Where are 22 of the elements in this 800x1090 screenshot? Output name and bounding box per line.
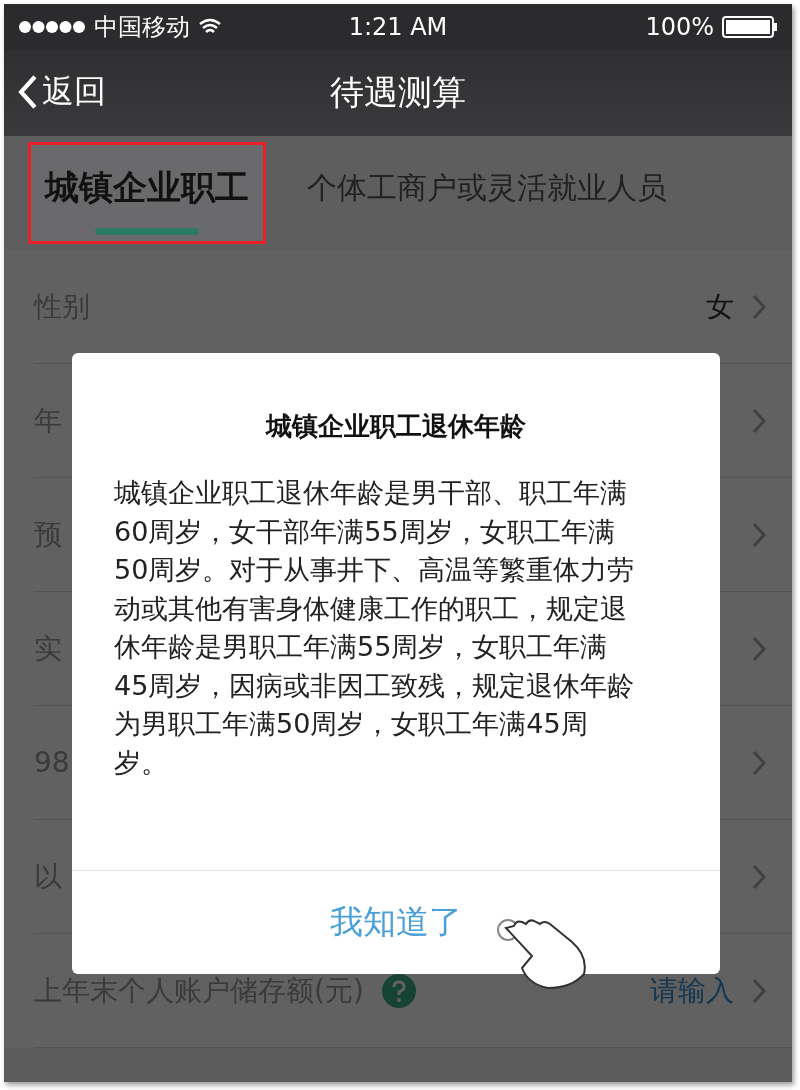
help-icon[interactable]	[381, 973, 416, 1008]
carrier-name: 中国移动	[94, 12, 190, 43]
status-time: 1:21 AM	[348, 13, 448, 41]
battery-icon	[722, 16, 778, 38]
battery-percent: 100%	[645, 13, 714, 41]
chevron-right-icon	[752, 293, 766, 320]
tab[interactable]: 个体工商户或灵活就业人员	[290, 144, 684, 242]
tab[interactable]: 城镇企业职工	[28, 142, 266, 244]
signal-dots-icon	[18, 20, 86, 34]
page-title: 待遇测算	[330, 71, 466, 114]
chevron-right-icon	[752, 521, 766, 548]
row-value: 请输入	[650, 972, 734, 1009]
chevron-right-icon	[752, 863, 766, 890]
chevron-right-icon	[752, 407, 766, 434]
chevron-right-icon	[752, 635, 766, 662]
dialog-title: 城镇企业职工退休年龄	[264, 410, 527, 443]
back-button[interactable]: 返回	[18, 70, 106, 114]
dialog-text: 城镇企业职工退休年龄是男干部、职工年满60周岁，女干部年满55周岁，女职工年满50周岁。对于从事井下、高温等繁重体力劳动或其他有害身体健康工作的职工，规定退休年龄是男职工年满55周岁，女职工年满45周岁，因病或非因工致残，规定退休年龄为男职工年满50周岁，女职工年满45周岁。	[113, 476, 636, 780]
chevron-right-icon	[752, 749, 766, 776]
back-chevron-icon	[18, 74, 38, 110]
chevron-right-icon	[752, 977, 766, 1004]
row-value: 女	[706, 288, 734, 325]
